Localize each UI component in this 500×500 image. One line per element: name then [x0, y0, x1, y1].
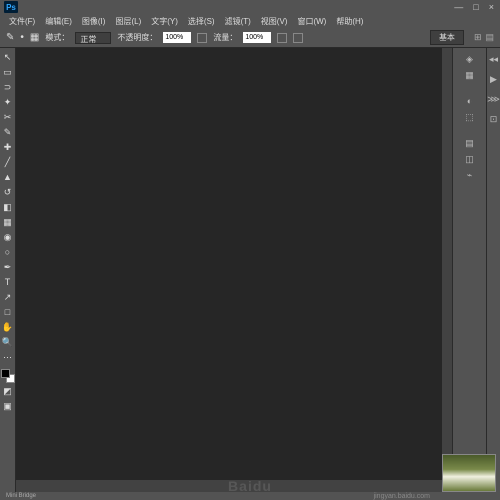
crop-tool[interactable]: ✂: [1, 110, 15, 124]
thumbnail-overlay: [442, 454, 496, 492]
menu-type[interactable]: 文字(Y): [146, 16, 183, 27]
opacity-pressure-icon[interactable]: [197, 33, 207, 43]
mini-bridge-tab[interactable]: Mini Bridge: [6, 493, 36, 499]
shape-tool[interactable]: □: [1, 305, 15, 319]
move-tool[interactable]: ↖: [1, 50, 15, 64]
marquee-tool[interactable]: ▭: [1, 65, 15, 79]
lasso-tool[interactable]: ⊃: [1, 80, 15, 94]
blur-tool[interactable]: ◉: [1, 230, 15, 244]
screenmode-icon[interactable]: ▣: [1, 399, 15, 413]
maximize-button[interactable]: □: [471, 2, 480, 12]
app-logo: Ps: [4, 1, 18, 13]
wand-tool[interactable]: ✦: [1, 95, 15, 109]
minimize-button[interactable]: —: [452, 2, 465, 12]
right-panel-dock: ◈ ▦ ◐ ⬚ ▤ ◫ ⌁: [452, 48, 486, 492]
gradient-tool[interactable]: ▦: [1, 215, 15, 229]
dodge-tool[interactable]: ○: [1, 245, 15, 259]
menu-select[interactable]: 选择(S): [183, 16, 220, 27]
menu-edit[interactable]: 编辑(E): [40, 16, 77, 27]
hand-tool[interactable]: ✋: [1, 320, 15, 334]
channels-panel-icon[interactable]: ◫: [463, 152, 477, 166]
eyedropper-tool[interactable]: ✎: [1, 125, 15, 139]
stamp-tool[interactable]: ▲: [1, 170, 15, 184]
brush-preset-icon[interactable]: •: [20, 32, 24, 43]
mode-label: 模式：: [45, 32, 69, 43]
layers-panel-icon[interactable]: ▤: [463, 136, 477, 150]
history-brush-tool[interactable]: ↺: [1, 185, 15, 199]
edit-toolbar-icon[interactable]: ⋯: [1, 350, 15, 364]
menu-file[interactable]: 文件(F): [4, 16, 40, 27]
paths-panel-icon[interactable]: ⌁: [463, 168, 477, 182]
size-pressure-icon[interactable]: [293, 33, 303, 43]
brush-tool[interactable]: ╱: [1, 155, 15, 169]
path-tool[interactable]: ↗: [1, 290, 15, 304]
vertical-scrollbar[interactable]: [442, 48, 452, 480]
quickmask-icon[interactable]: ◩: [1, 384, 15, 398]
adjustments-panel-icon[interactable]: ◐: [458, 94, 482, 108]
menubar: 文件(F) 编辑(E) 图像(I) 图层(L) 文字(Y) 选择(S) 滤镜(T…: [0, 14, 500, 28]
close-button[interactable]: ×: [487, 2, 496, 12]
options-bar: ✎ • ▦ 模式： 正常 不透明度： 流量： 基本 ⊞ ▤: [0, 28, 500, 48]
zoom-tool[interactable]: 🔍: [1, 335, 15, 349]
brush-tool-icon[interactable]: ✎: [6, 32, 14, 43]
right-strip: ◂◂ ▶ ⋙ ⊡: [486, 48, 500, 492]
menu-view[interactable]: 视图(V): [256, 16, 293, 27]
opacity-label: 不透明度：: [117, 32, 157, 43]
airbrush-icon[interactable]: [277, 33, 287, 43]
menu-help[interactable]: 帮助(H): [331, 16, 368, 27]
heal-tool[interactable]: ✚: [1, 140, 15, 154]
color-swatches[interactable]: [1, 369, 15, 383]
flow-label: 流量：: [213, 32, 237, 43]
canvas[interactable]: [16, 48, 452, 492]
pen-tool[interactable]: ✒: [1, 260, 15, 274]
search-icon[interactable]: ⊞: [474, 32, 482, 43]
color-panel-icon[interactable]: ◈: [463, 52, 477, 66]
menu-image[interactable]: 图像(I): [77, 16, 111, 27]
menu-window[interactable]: 窗口(W): [292, 16, 331, 27]
foreground-color[interactable]: [1, 369, 10, 378]
cloud-icon[interactable]: ▤: [485, 32, 494, 43]
watermark-url: jingyan.baidu.com: [374, 493, 430, 500]
flow-input[interactable]: [243, 32, 271, 43]
watermark-logo: Baidu: [228, 478, 272, 494]
properties-panel-icon[interactable]: ⊡: [487, 112, 500, 126]
workspace-switcher[interactable]: 基本: [430, 30, 464, 45]
brush-panel-icon[interactable]: ▦: [30, 32, 39, 43]
mode-dropdown[interactable]: 正常: [75, 32, 111, 44]
styles-panel-icon[interactable]: ⬚: [463, 110, 477, 124]
type-tool[interactable]: T: [1, 275, 15, 289]
history-panel-icon[interactable]: ▶: [487, 72, 500, 86]
expand-panels-icon[interactable]: ◂◂: [487, 52, 500, 66]
menu-filter[interactable]: 滤镜(T): [220, 16, 256, 27]
toolbox: ↖ ▭ ⊃ ✦ ✂ ✎ ✚ ╱ ▲ ↺ ◧ ▦ ◉ ○ ✒ T ↗ □ ✋ 🔍 …: [0, 48, 16, 492]
menu-layer[interactable]: 图层(L): [110, 16, 146, 27]
eraser-tool[interactable]: ◧: [1, 200, 15, 214]
opacity-input[interactable]: [163, 32, 191, 43]
actions-panel-icon[interactable]: ⋙: [487, 92, 500, 106]
swatches-panel-icon[interactable]: ▦: [463, 68, 477, 82]
